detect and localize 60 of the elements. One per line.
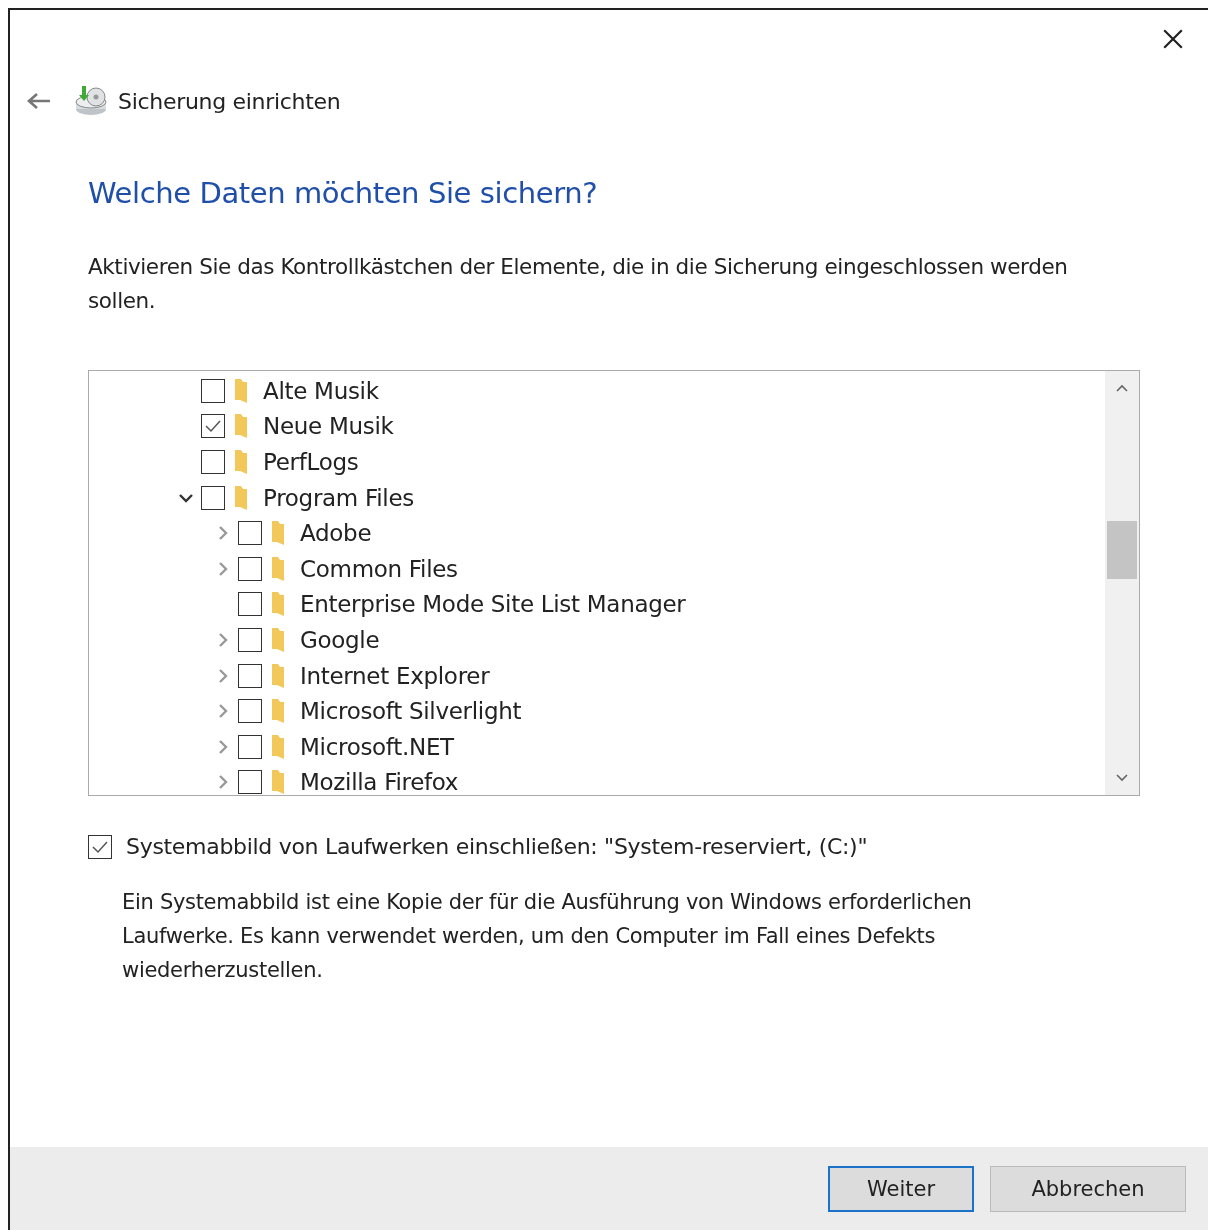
folder-icon xyxy=(270,520,286,547)
folder-name[interactable]: Google xyxy=(300,626,380,653)
checkbox[interactable] xyxy=(238,556,262,581)
folder-icon xyxy=(270,626,286,653)
checkbox[interactable] xyxy=(238,663,262,688)
checkmark-icon xyxy=(203,418,223,435)
folder-name[interactable]: Enterprise Mode Site List Manager xyxy=(300,591,686,618)
next-button[interactable]: Weiter xyxy=(828,1165,974,1212)
folder-icon xyxy=(233,484,249,511)
collapse-chevron-icon[interactable] xyxy=(178,492,194,503)
scrollbar-thumb[interactable] xyxy=(1107,521,1137,579)
scrollbar[interactable] xyxy=(1105,371,1139,795)
expand-chevron-icon[interactable] xyxy=(218,774,228,791)
description-text: Ein Systemabbild ist eine Kopie der für die Ausführung von Windows erforderlichen Laufwerke. Es kann verwendet werden, um den Computer im Fall eines Defekts wiederherzustellen. xyxy=(122,889,973,984)
instruction-text: Aktivieren Sie das Kontrollkästchen der Elemente, die in die Sicherung eingeschlossen werden sollen. xyxy=(88,253,1069,315)
folder-icon xyxy=(270,662,286,689)
checkbox[interactable] xyxy=(238,699,262,724)
close-icon[interactable] xyxy=(1162,28,1184,50)
folder-name[interactable]: Common Files xyxy=(300,555,458,582)
folder-name[interactable]: Neue Musik xyxy=(263,413,394,440)
expand-chevron-icon[interactable] xyxy=(218,525,228,542)
folder-icon xyxy=(233,413,249,440)
checkbox[interactable] xyxy=(88,834,112,859)
checkbox[interactable] xyxy=(201,450,225,474)
folder-icon xyxy=(233,377,249,404)
folder-name[interactable]: Internet Explorer xyxy=(300,662,490,689)
folder-icon xyxy=(270,769,286,795)
folder-icon xyxy=(270,555,286,582)
checkbox[interactable] xyxy=(238,734,262,759)
folder-icon xyxy=(233,449,249,475)
expand-chevron-icon[interactable] xyxy=(218,703,228,720)
folder-name[interactable]: Program Files xyxy=(263,484,414,511)
folder-name[interactable]: Mozilla Firefox xyxy=(300,769,459,795)
folder-name[interactable]: Microsoft Silverlight xyxy=(300,698,522,725)
folder-icon xyxy=(270,698,286,725)
scroll-down-icon[interactable] xyxy=(1115,773,1129,783)
expand-chevron-icon[interactable] xyxy=(218,631,228,648)
checkbox-label[interactable]: Systemabbild von Laufwerken einschließen: "System-reserviert, (C:)" xyxy=(126,834,868,859)
window-title: Sicherung einrichten xyxy=(118,88,341,114)
scroll-up-icon[interactable] xyxy=(1115,383,1129,393)
checkbox[interactable] xyxy=(238,521,262,546)
checkbox[interactable] xyxy=(201,485,225,510)
folder-name[interactable]: Alte Musik xyxy=(263,377,379,404)
folder-name[interactable]: Adobe xyxy=(300,520,372,547)
checkbox[interactable] xyxy=(238,627,262,652)
backup-drive-icon xyxy=(74,84,108,118)
page-heading: Welche Daten möchten Sie sichern? xyxy=(88,176,599,210)
checkbox[interactable] xyxy=(238,592,262,617)
expand-chevron-icon[interactable] xyxy=(218,738,228,755)
folder-icon xyxy=(270,733,286,760)
checkbox[interactable] xyxy=(238,770,262,795)
expand-chevron-icon[interactable] xyxy=(218,667,228,684)
folder-icon xyxy=(270,591,286,618)
cancel-button[interactable]: Abbrechen xyxy=(990,1165,1186,1212)
folder-name[interactable]: Microsoft.NET xyxy=(300,733,454,760)
folder-name[interactable]: PerfLogs xyxy=(263,449,359,475)
expand-chevron-icon[interactable] xyxy=(218,560,228,577)
back-arrow-icon[interactable] xyxy=(26,92,52,110)
checkbox[interactable] xyxy=(201,414,225,439)
checkbox[interactable] xyxy=(201,378,225,403)
